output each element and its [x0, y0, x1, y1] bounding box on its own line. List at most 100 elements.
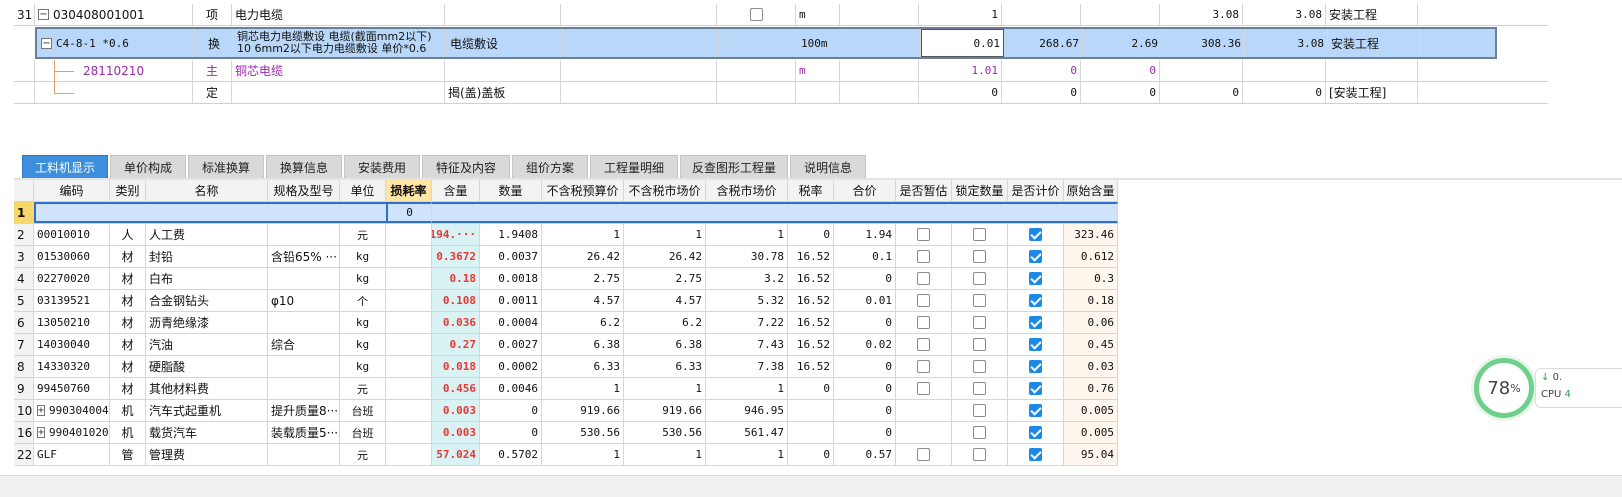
header-quantity[interactable]: 数量 [480, 180, 542, 201]
lock-checkbox[interactable] [973, 316, 986, 329]
priced-checkbox[interactable] [1029, 206, 1042, 219]
cell-total: 0.02 [834, 334, 896, 355]
lock-checkbox[interactable] [973, 426, 986, 439]
table-row[interactable]: 1 28110210 主铜芯电缆 m 101 1.01 0 0 0 16.52 0 101 0 [14, 202, 1118, 224]
priced-checkbox[interactable] [1029, 426, 1042, 439]
tab-conversion-info[interactable]: 换算信息 [266, 155, 342, 179]
table-row[interactable]: 5 03139521 材合金钢钻头 φ10 个 0.108 0.0011 4.57 4.57 5.… [14, 290, 1118, 312]
lock-checkbox[interactable] [973, 448, 986, 461]
header-tax-rate[interactable]: 税率 [788, 180, 834, 201]
cell-n: 2 [14, 224, 34, 245]
table-row[interactable]: 4 02270020 材白布 kg 0.18 0.0018 2.75 2.75 3.2 16.52… [14, 268, 1118, 290]
cell-lock [952, 246, 1008, 267]
header-lock-qty[interactable]: 锁定数量 [952, 180, 1008, 201]
header-category[interactable]: 类别 [110, 180, 146, 201]
header-code[interactable]: 编码 [34, 180, 110, 201]
header-orig-content[interactable]: 原始含量 [1064, 180, 1118, 201]
lock-checkbox[interactable] [973, 360, 986, 373]
quota-row[interactable]: 定 揭(盖)盖板 0 0 0 0 0 [安装工程] [14, 82, 1548, 104]
tab-quantity-detail[interactable]: 工程量明细 [590, 155, 678, 179]
lock-checkbox[interactable] [973, 250, 986, 263]
collapse-icon[interactable]: − [38, 9, 49, 20]
priced-checkbox[interactable] [1029, 360, 1042, 373]
lock-checkbox[interactable] [973, 206, 986, 219]
cell-name: 封铅 [146, 246, 268, 267]
cell-total: 0 [834, 422, 896, 443]
tab-install-fee[interactable]: 安装费用 [344, 155, 420, 179]
table-row[interactable]: 10 +990304004 机汽车式起重机 提升质量8··· 台班 0.003 0 919.6… [14, 400, 1118, 422]
provisional-checkbox[interactable] [917, 338, 930, 351]
provisional-checkbox[interactable] [917, 294, 930, 307]
provisional-checkbox[interactable] [917, 448, 930, 461]
table-row[interactable]: 22 GLF 管管理费元 57.024 0.5702 1 1 1 0 0.57 95.04 [14, 444, 1118, 466]
unit-cell: 100m [798, 29, 842, 57]
quota-row-selected[interactable]: − C4-8-1 *0.6 换 铜芯电力电缆敷设 电缆(截面mm2以下) 10 6m… [35, 27, 1497, 59]
cell-p3: 946.95 [706, 400, 788, 421]
quota-row[interactable]: 31 −030408001001 项 电力电缆 m 1 3.08 3.08 安装… [14, 4, 1548, 26]
lock-checkbox[interactable] [973, 338, 986, 351]
tab-pricing-scheme[interactable]: 组价方案 [512, 155, 588, 179]
provisional-checkbox[interactable] [917, 272, 930, 285]
tab-reverse-graphic[interactable]: 反查图形工程量 [680, 155, 788, 179]
cell-est [896, 356, 952, 377]
quota-checkbox[interactable] [749, 8, 763, 21]
table-row[interactable]: 3 01530060 材封铅 含铅65% ··· kg 0.3672 0.0037 26.42… [14, 246, 1118, 268]
provisional-checkbox[interactable] [917, 360, 930, 373]
provisional-checkbox[interactable] [917, 316, 930, 329]
table-row[interactable]: 2 00010010 人人工费元 194.··· 1.9408 1 1 1 0 1.94 323.4… [14, 224, 1118, 246]
tab-standard-conversion[interactable]: 标准换算 [188, 155, 264, 179]
header-tax-market-price[interactable]: 含税市场价 [706, 180, 788, 201]
header-provisional[interactable]: 是否暂估 [896, 180, 952, 201]
priced-checkbox[interactable] [1029, 338, 1042, 351]
cell-p2: 919.66 [624, 400, 706, 421]
header-unit[interactable]: 单位 [340, 180, 386, 201]
priced-checkbox[interactable] [1029, 250, 1042, 263]
lock-checkbox[interactable] [973, 272, 986, 285]
provisional-checkbox[interactable] [917, 228, 930, 241]
priced-checkbox[interactable] [1029, 404, 1042, 417]
name-cell: 铜芯电力电缆敷设 电缆(截面mm2以下) 10 6mm2以下电力电缆敷设 单价*0… [234, 29, 447, 57]
expand-icon[interactable]: + [37, 427, 46, 438]
priced-checkbox[interactable] [1029, 294, 1042, 307]
priced-checkbox[interactable] [1029, 382, 1042, 395]
qty-cell[interactable]: 0.01 [921, 29, 1004, 57]
lock-checkbox[interactable] [973, 404, 986, 417]
tab-unit-price[interactable]: 单价构成 [110, 155, 186, 179]
table-row[interactable]: 8 14330320 材硬脂酸 kg 0.018 0.0002 6.33 6.33 7.38 16… [14, 356, 1118, 378]
cell-qty: 0.0002 [480, 356, 542, 377]
cell-orig: 101 [1064, 202, 1118, 223]
loss-rate-input[interactable]: 0 [386, 202, 432, 223]
priced-checkbox[interactable] [1029, 272, 1042, 285]
provisional-checkbox[interactable] [917, 382, 930, 395]
quota-row[interactable]: 28110210 主 铜芯电缆 m 1.01 0 0 [14, 60, 1548, 82]
lock-checkbox[interactable] [973, 294, 986, 307]
table-row[interactable]: 16 +990401020 机载货汽车 装载质量5··· 台班 0.003 0 530.56 5… [14, 422, 1118, 444]
table-row[interactable]: 7 14030040 材汽油 综合 kg 0.27 0.0027 6.38 6.38 7.43 16… [14, 334, 1118, 356]
tab-description[interactable]: 说明信息 [790, 155, 866, 179]
priced-checkbox[interactable] [1029, 448, 1042, 461]
priced-checkbox[interactable] [1029, 316, 1042, 329]
lock-checkbox[interactable] [973, 228, 986, 241]
cell-tax: 0 [788, 378, 834, 399]
expand-icon[interactable]: + [37, 405, 46, 416]
header-market-price[interactable]: 不含税市场价 [624, 180, 706, 201]
cpu-gauge[interactable]: 78% [1474, 358, 1534, 418]
cell-tax: 16.52 [788, 356, 834, 377]
lock-checkbox[interactable] [973, 382, 986, 395]
header-content[interactable]: 含量 [432, 180, 480, 201]
header-name[interactable]: 名称 [146, 180, 268, 201]
table-row[interactable]: 9 99450760 材其他材料费元 0.456 0.0046 1 1 1 0 0 0.76 [14, 378, 1118, 400]
header-spec[interactable]: 规格及型号 [268, 180, 340, 201]
tab-labor-material[interactable]: 工料机显示 [22, 155, 108, 179]
header-loss-rate[interactable]: 损耗率 [386, 180, 432, 201]
table-row[interactable]: 6 13050210 材沥青绝缘漆 kg 0.036 0.0004 6.2 6.2 7.22 16… [14, 312, 1118, 334]
header-is-priced[interactable]: 是否计价 [1008, 180, 1064, 201]
header-total[interactable]: 合价 [834, 180, 896, 201]
header-budget-price[interactable]: 不含税预算价 [542, 180, 624, 201]
priced-checkbox[interactable] [1029, 228, 1042, 241]
provisional-checkbox[interactable] [917, 206, 930, 219]
provisional-checkbox[interactable] [917, 250, 930, 263]
cell-cat: 主 [110, 202, 146, 223]
collapse-icon[interactable]: − [41, 37, 52, 49]
tab-features[interactable]: 特征及内容 [422, 155, 510, 179]
